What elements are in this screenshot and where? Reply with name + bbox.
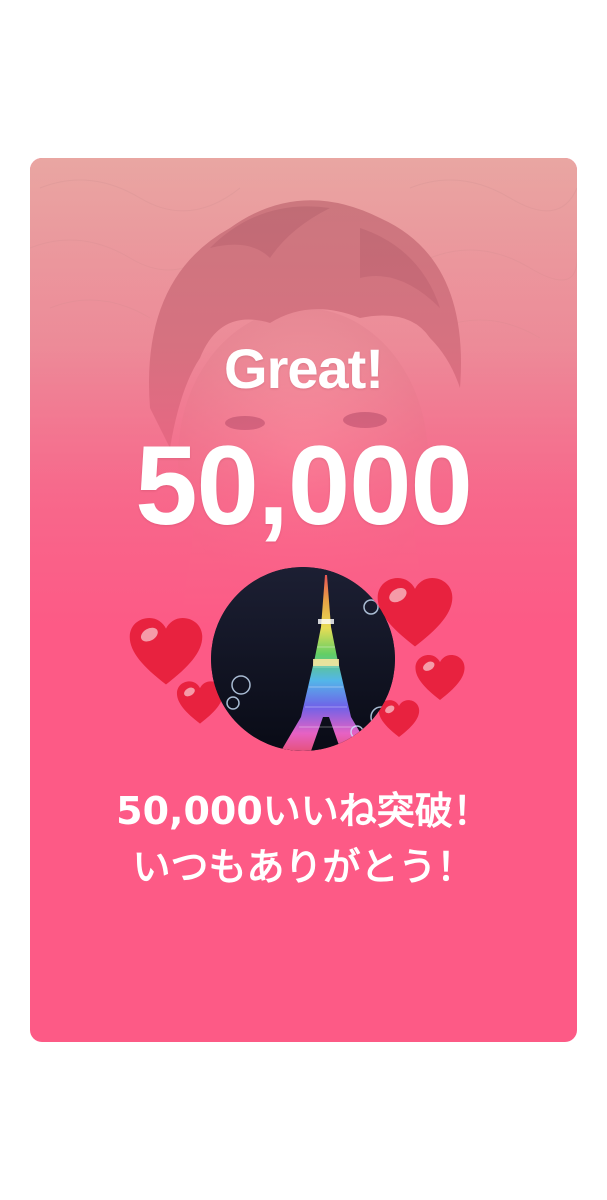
heart-icon: [415, 655, 465, 700]
milestone-message: 50,000いいね突破！: [116, 789, 491, 833]
heart-icon: [129, 618, 203, 685]
profile-avatar: [211, 567, 395, 751]
like-count: 50,000: [135, 423, 473, 548]
heart-icon: [378, 700, 420, 738]
great-label: Great!: [224, 337, 384, 400]
tokyo-tower-icon: [211, 567, 395, 751]
thanks-message: いつもありがとう！: [132, 845, 475, 889]
